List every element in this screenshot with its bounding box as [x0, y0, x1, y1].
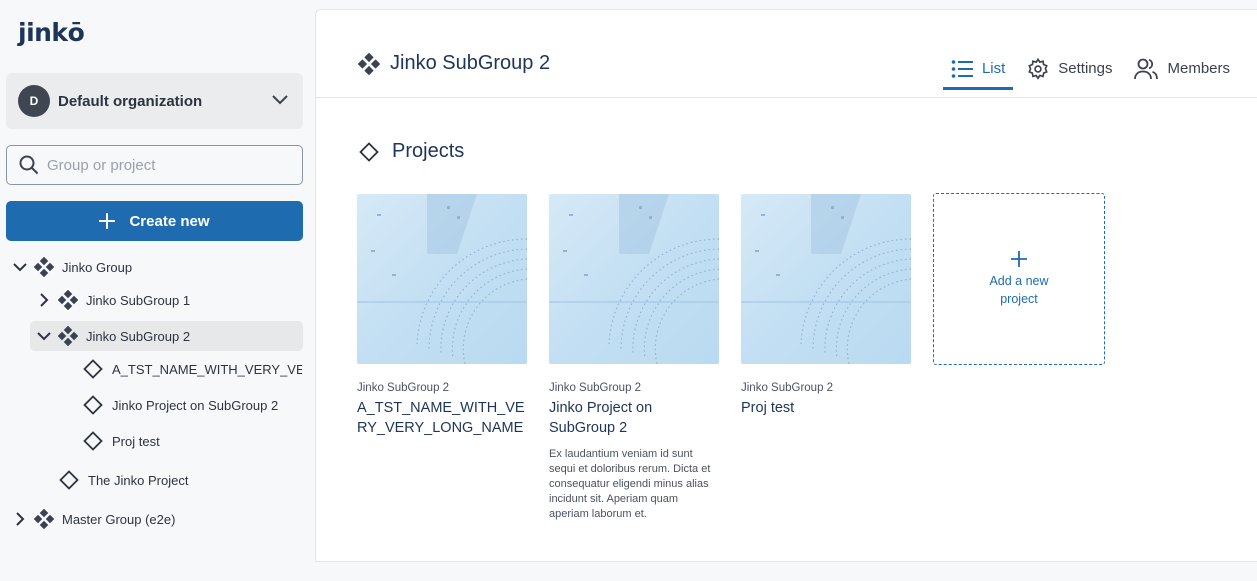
- project-icon: [82, 394, 104, 416]
- add-project-label: Add a new project: [989, 274, 1049, 306]
- tree-item-jinko-group[interactable]: Jinko Group: [12, 252, 132, 282]
- search-input[interactable]: [47, 156, 287, 174]
- main-panel: Jinko SubGroup 2 List Settings Members P…: [315, 9, 1257, 562]
- project-name[interactable]: Proj test: [741, 398, 913, 418]
- tree-item-project-on-subgroup-2[interactable]: Jinko Project on SubGroup 2: [82, 390, 278, 420]
- project-thumbnail[interactable]: [549, 194, 719, 364]
- group-icon: [58, 326, 78, 346]
- tree-item-master-group[interactable]: Master Group (e2e): [12, 504, 175, 534]
- project-icon: [358, 141, 380, 163]
- group-icon: [58, 290, 78, 310]
- create-new-label: Create new: [129, 212, 210, 230]
- org-name: Default organization: [58, 92, 203, 110]
- plus-icon: [1010, 250, 1028, 268]
- sidebar: jinkō D Default organization Create new …: [0, 0, 315, 581]
- tree-item-subgroup-2[interactable]: Jinko SubGroup 2: [30, 321, 303, 351]
- tree-label: A_TST_NAME_WITH_VERY_VERY_: [112, 361, 302, 377]
- chevron-down-icon[interactable]: [36, 328, 52, 344]
- tree-item-proj-test[interactable]: Proj test: [82, 426, 160, 456]
- organization-selector[interactable]: D Default organization: [6, 73, 303, 129]
- tab-list-label: List: [981, 60, 1006, 77]
- add-project-button[interactable]: Add a new project: [933, 193, 1105, 365]
- gear-icon: [1027, 57, 1049, 80]
- app-logo[interactable]: jinkō: [18, 18, 85, 47]
- page-title-text: Jinko SubGroup 2: [390, 52, 551, 74]
- project-description: Ex laudantium veniam id sunt sequi et do…: [549, 448, 711, 520]
- page-header: Jinko SubGroup 2 List Settings Members: [316, 10, 1257, 98]
- project-card[interactable]: Jinko SubGroup 2 A_TST_NAME_WITH_VERY_VE…: [357, 194, 529, 438]
- project-name[interactable]: Jinko Project on SubGroup 2: [549, 398, 721, 438]
- project-thumbnail[interactable]: [741, 194, 911, 364]
- chevron-down-icon: [271, 91, 289, 109]
- tab-bar: List Settings Members: [937, 50, 1238, 90]
- tree-label: Jinko SubGroup 1: [86, 292, 191, 308]
- create-new-button[interactable]: Create new: [6, 201, 303, 241]
- project-group: Jinko SubGroup 2: [357, 382, 450, 394]
- section-title-text: Projects: [392, 140, 465, 162]
- page-title: Jinko SubGroup 2: [358, 52, 550, 75]
- project-card[interactable]: Jinko SubGroup 2 Proj test: [741, 194, 913, 418]
- tree-item-project-long-name[interactable]: A_TST_NAME_WITH_VERY_VERY_: [82, 354, 302, 384]
- tab-settings[interactable]: Settings: [1019, 50, 1120, 90]
- members-icon: [1134, 58, 1159, 80]
- tab-settings-label: Settings: [1058, 60, 1113, 77]
- org-avatar: D: [18, 85, 50, 117]
- tree-label: The Jinko Project: [88, 472, 189, 488]
- tree-label: Proj test: [112, 433, 160, 449]
- tab-list[interactable]: List: [942, 50, 1014, 90]
- search-field[interactable]: [6, 145, 303, 185]
- plus-icon: [99, 213, 116, 229]
- search-icon: [19, 155, 39, 175]
- tree-item-the-jinko-project[interactable]: The Jinko Project: [58, 465, 188, 495]
- tree-item-subgroup-1[interactable]: Jinko SubGroup 1: [36, 285, 190, 315]
- tree-label: Jinko Project on SubGroup 2: [112, 397, 279, 413]
- project-icon: [82, 430, 104, 452]
- chevron-right-icon[interactable]: [36, 292, 52, 308]
- project-thumbnail[interactable]: [357, 194, 527, 364]
- project-group: Jinko SubGroup 2: [549, 382, 642, 394]
- project-group: Jinko SubGroup 2: [741, 382, 834, 394]
- projects-section-title: Projects: [358, 140, 464, 163]
- list-icon: [951, 59, 973, 79]
- project-card[interactable]: Jinko SubGroup 2 Jinko Project on SubGro…: [549, 194, 721, 522]
- tree-label: Master Group (e2e): [62, 511, 176, 527]
- project-icon: [58, 469, 80, 491]
- tree-label: Jinko Group: [62, 259, 133, 275]
- group-icon: [358, 52, 380, 75]
- chevron-right-icon[interactable]: [12, 511, 28, 527]
- tab-members[interactable]: Members: [1126, 50, 1238, 90]
- chevron-down-icon[interactable]: [12, 259, 28, 275]
- project-icon: [82, 358, 104, 380]
- project-name[interactable]: A_TST_NAME_WITH_VERY_VERY_LONG_NAME: [357, 398, 529, 438]
- tree-label: Jinko SubGroup 2: [86, 328, 191, 344]
- group-icon: [34, 509, 54, 529]
- tab-members-label: Members: [1167, 60, 1230, 77]
- group-icon: [34, 257, 54, 277]
